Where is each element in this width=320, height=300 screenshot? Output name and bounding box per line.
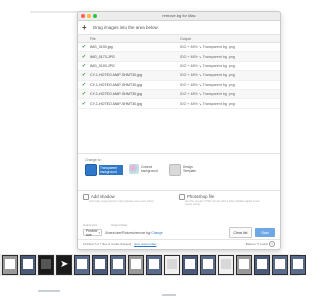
help-icon[interactable]: ?: [269, 240, 275, 247]
output-path-text: /Users/user/Pictures/remove.bg/: [105, 230, 151, 235]
file-name: CY-1-HOTEO-MAP-SHMT30.jpg: [90, 82, 142, 87]
controls-bar: Preview size ▾ /Users/user/Pictures/remo…: [78, 227, 280, 239]
file-name: CY-1-HOTEO-MAP-SHMT30.jpg: [90, 101, 142, 106]
table-row[interactable]: ✔ IMG_0193.JPG IDO + 48% ↘ Transparent b…: [78, 62, 280, 72]
option-label: Design Template: [183, 164, 196, 173]
strip-thumbnail[interactable]: [164, 255, 180, 275]
check-icon: ✔: [81, 100, 87, 107]
strip-thumbnail[interactable]: [20, 255, 36, 275]
background-options: Transparent background Colored backgroun…: [78, 163, 280, 186]
column-header-output[interactable]: Output: [180, 37, 191, 41]
option-label: Transparent background: [99, 164, 123, 175]
check-icon: ✔: [81, 62, 87, 69]
table-row[interactable]: ✔ IMG_0173.JPG IDO + 48% ↘ Transparent b…: [78, 52, 280, 62]
strip-thumbnail[interactable]: [74, 255, 90, 275]
column-header-file[interactable]: File: [90, 37, 180, 41]
strip-thumbnail[interactable]: [218, 255, 234, 275]
file-name: CY-1-HOTEO-MAP-SHMT30.jpg: [90, 92, 142, 97]
credits-info: Balance: 5 credits ?: [245, 240, 275, 247]
option-colored-background[interactable]: Colored background: [129, 163, 163, 186]
template-thumbnail-icon: [169, 163, 181, 176]
output-path: /Users/user/Pictures/remove.bg/ Change: [105, 231, 177, 235]
arrow-icon: ➤: [60, 259, 69, 270]
clear-list-button[interactable]: Clear list: [229, 227, 252, 239]
strip-thumbnail[interactable]: [254, 255, 270, 275]
output-info[interactable]: IDO + 48% ↘ Transparent bg .png: [180, 64, 235, 68]
table-row[interactable]: ✔ CY-1-HOTEO-MAP-SHMT30.jpg IDO + 48% ↘ …: [78, 81, 280, 90]
table-row[interactable]: ✔ CY-1-HOTEO-MAP-SHMT30.jpg IDO + 48% ↘ …: [78, 71, 280, 81]
output-info[interactable]: IDO + 48% ↘ Transparent bg .png: [180, 102, 235, 106]
table-row[interactable]: ✔ CY-1-HOTEO-MAP-SHMT30.jpg IDO + 48% ↘ …: [78, 89, 280, 100]
check-icon: ✔: [81, 81, 87, 88]
open-output-folder-link[interactable]: open output folder: [134, 242, 157, 246]
table-row[interactable]: ✔ CY-1-HOTEO-MAP-SHMT30.jpg IDO + 48% ↘ …: [78, 99, 280, 109]
output-folder-label: Output folder: [111, 222, 128, 227]
strip-thumbnail[interactable]: [290, 255, 306, 275]
add-icon[interactable]: +: [82, 23, 90, 32]
output-info[interactable]: IDO + 48% ↘ Transparent bg .png: [180, 45, 235, 49]
output-info[interactable]: IDO + 48% ↘ Transparent bg .png: [180, 55, 235, 59]
bottom-fragment: [162, 294, 176, 296]
check-icon: ✔: [81, 53, 87, 60]
status-bar: Finished 7 of 7 files (1 credits charged…: [78, 238, 280, 248]
strip-thumbnail[interactable]: [146, 255, 162, 275]
output-size-label: Output size: [83, 222, 98, 227]
output-info[interactable]: IDO + 48% ↘ Transparent bg .png: [180, 92, 235, 96]
preview-size-value: Preview size: [86, 228, 98, 237]
strip-thumbnail[interactable]: [272, 255, 288, 275]
check-icon: ✔: [81, 44, 87, 51]
photoshop-option: Photoshop file Get the result in PSD for…: [179, 193, 275, 222]
drop-area[interactable]: + Drag images into the area below: [78, 21, 280, 35]
option-design-template[interactable]: Design Template: [169, 163, 205, 186]
app-window: remove.bg for Mac + Drag images into the…: [77, 11, 281, 250]
output-info[interactable]: IDO + 48% ↘ Transparent bg .png: [180, 83, 235, 87]
status-text: Finished 7 of 7 files (1 credits charged…: [83, 241, 133, 246]
table-header: File Output: [78, 35, 280, 43]
table-row[interactable]: ✔ IMG_0190.jpg IDO + 48% ↘ Transparent b…: [78, 43, 280, 53]
file-name: IMG_0193.JPG: [90, 63, 115, 68]
thumbnail-strip: ➤: [0, 254, 306, 276]
chevron-down-icon: ▾: [98, 230, 100, 235]
option-transparent-background[interactable]: Transparent background: [85, 163, 123, 186]
strip-thumbnail[interactable]: [128, 255, 144, 275]
strip-thumbnail[interactable]: [38, 255, 54, 275]
option-label: Colored background: [141, 164, 158, 173]
preview-size-select[interactable]: Preview size ▾: [83, 228, 102, 237]
transparent-thumbnail-icon: [85, 163, 97, 176]
strip-thumbnail[interactable]: [2, 255, 18, 275]
change-folder-link[interactable]: Change: [151, 231, 162, 235]
colored-thumbnail-icon: [129, 163, 139, 174]
output-info[interactable]: IDO + 48% ↘ Transparent bg .png: [180, 73, 235, 77]
file-name: IMG_0190.jpg: [90, 45, 113, 50]
start-button[interactable]: Start: [255, 228, 275, 238]
strip-thumbnail[interactable]: [182, 255, 198, 275]
drop-prompt: Drag images into the area below: [93, 25, 158, 30]
file-name: CY-1-HOTEO-MAP-SHMT30.jpg: [90, 73, 142, 78]
shadow-option: Add shadow Currently supported for cars …: [83, 193, 179, 222]
credits-text: Balance: 5 credits: [245, 241, 268, 246]
file-name: IMG_0173.JPG: [90, 54, 115, 59]
extra-options: Add shadow Currently supported for cars …: [78, 191, 280, 222]
strip-thumbnail[interactable]: [92, 255, 108, 275]
change-to-label: Change to:: [85, 157, 102, 162]
check-icon: ✔: [81, 72, 87, 79]
strip-thumbnail[interactable]: [236, 255, 252, 275]
window-title: remove.bg for Mac: [162, 13, 196, 18]
strip-thumbnail[interactable]: ➤: [56, 255, 72, 275]
title-bar: remove.bg for Mac: [78, 12, 280, 21]
check-icon: ✔: [81, 91, 87, 98]
photoshop-description: Get the result in PSD format with a full…: [185, 198, 260, 207]
bottom-fragment: [38, 290, 60, 292]
shadow-description: Currently supported for cars (please see…: [89, 198, 154, 203]
strip-thumbnail[interactable]: [110, 255, 126, 275]
strip-thumbnail[interactable]: [200, 255, 216, 275]
list-empty-space[interactable]: [78, 109, 280, 154]
